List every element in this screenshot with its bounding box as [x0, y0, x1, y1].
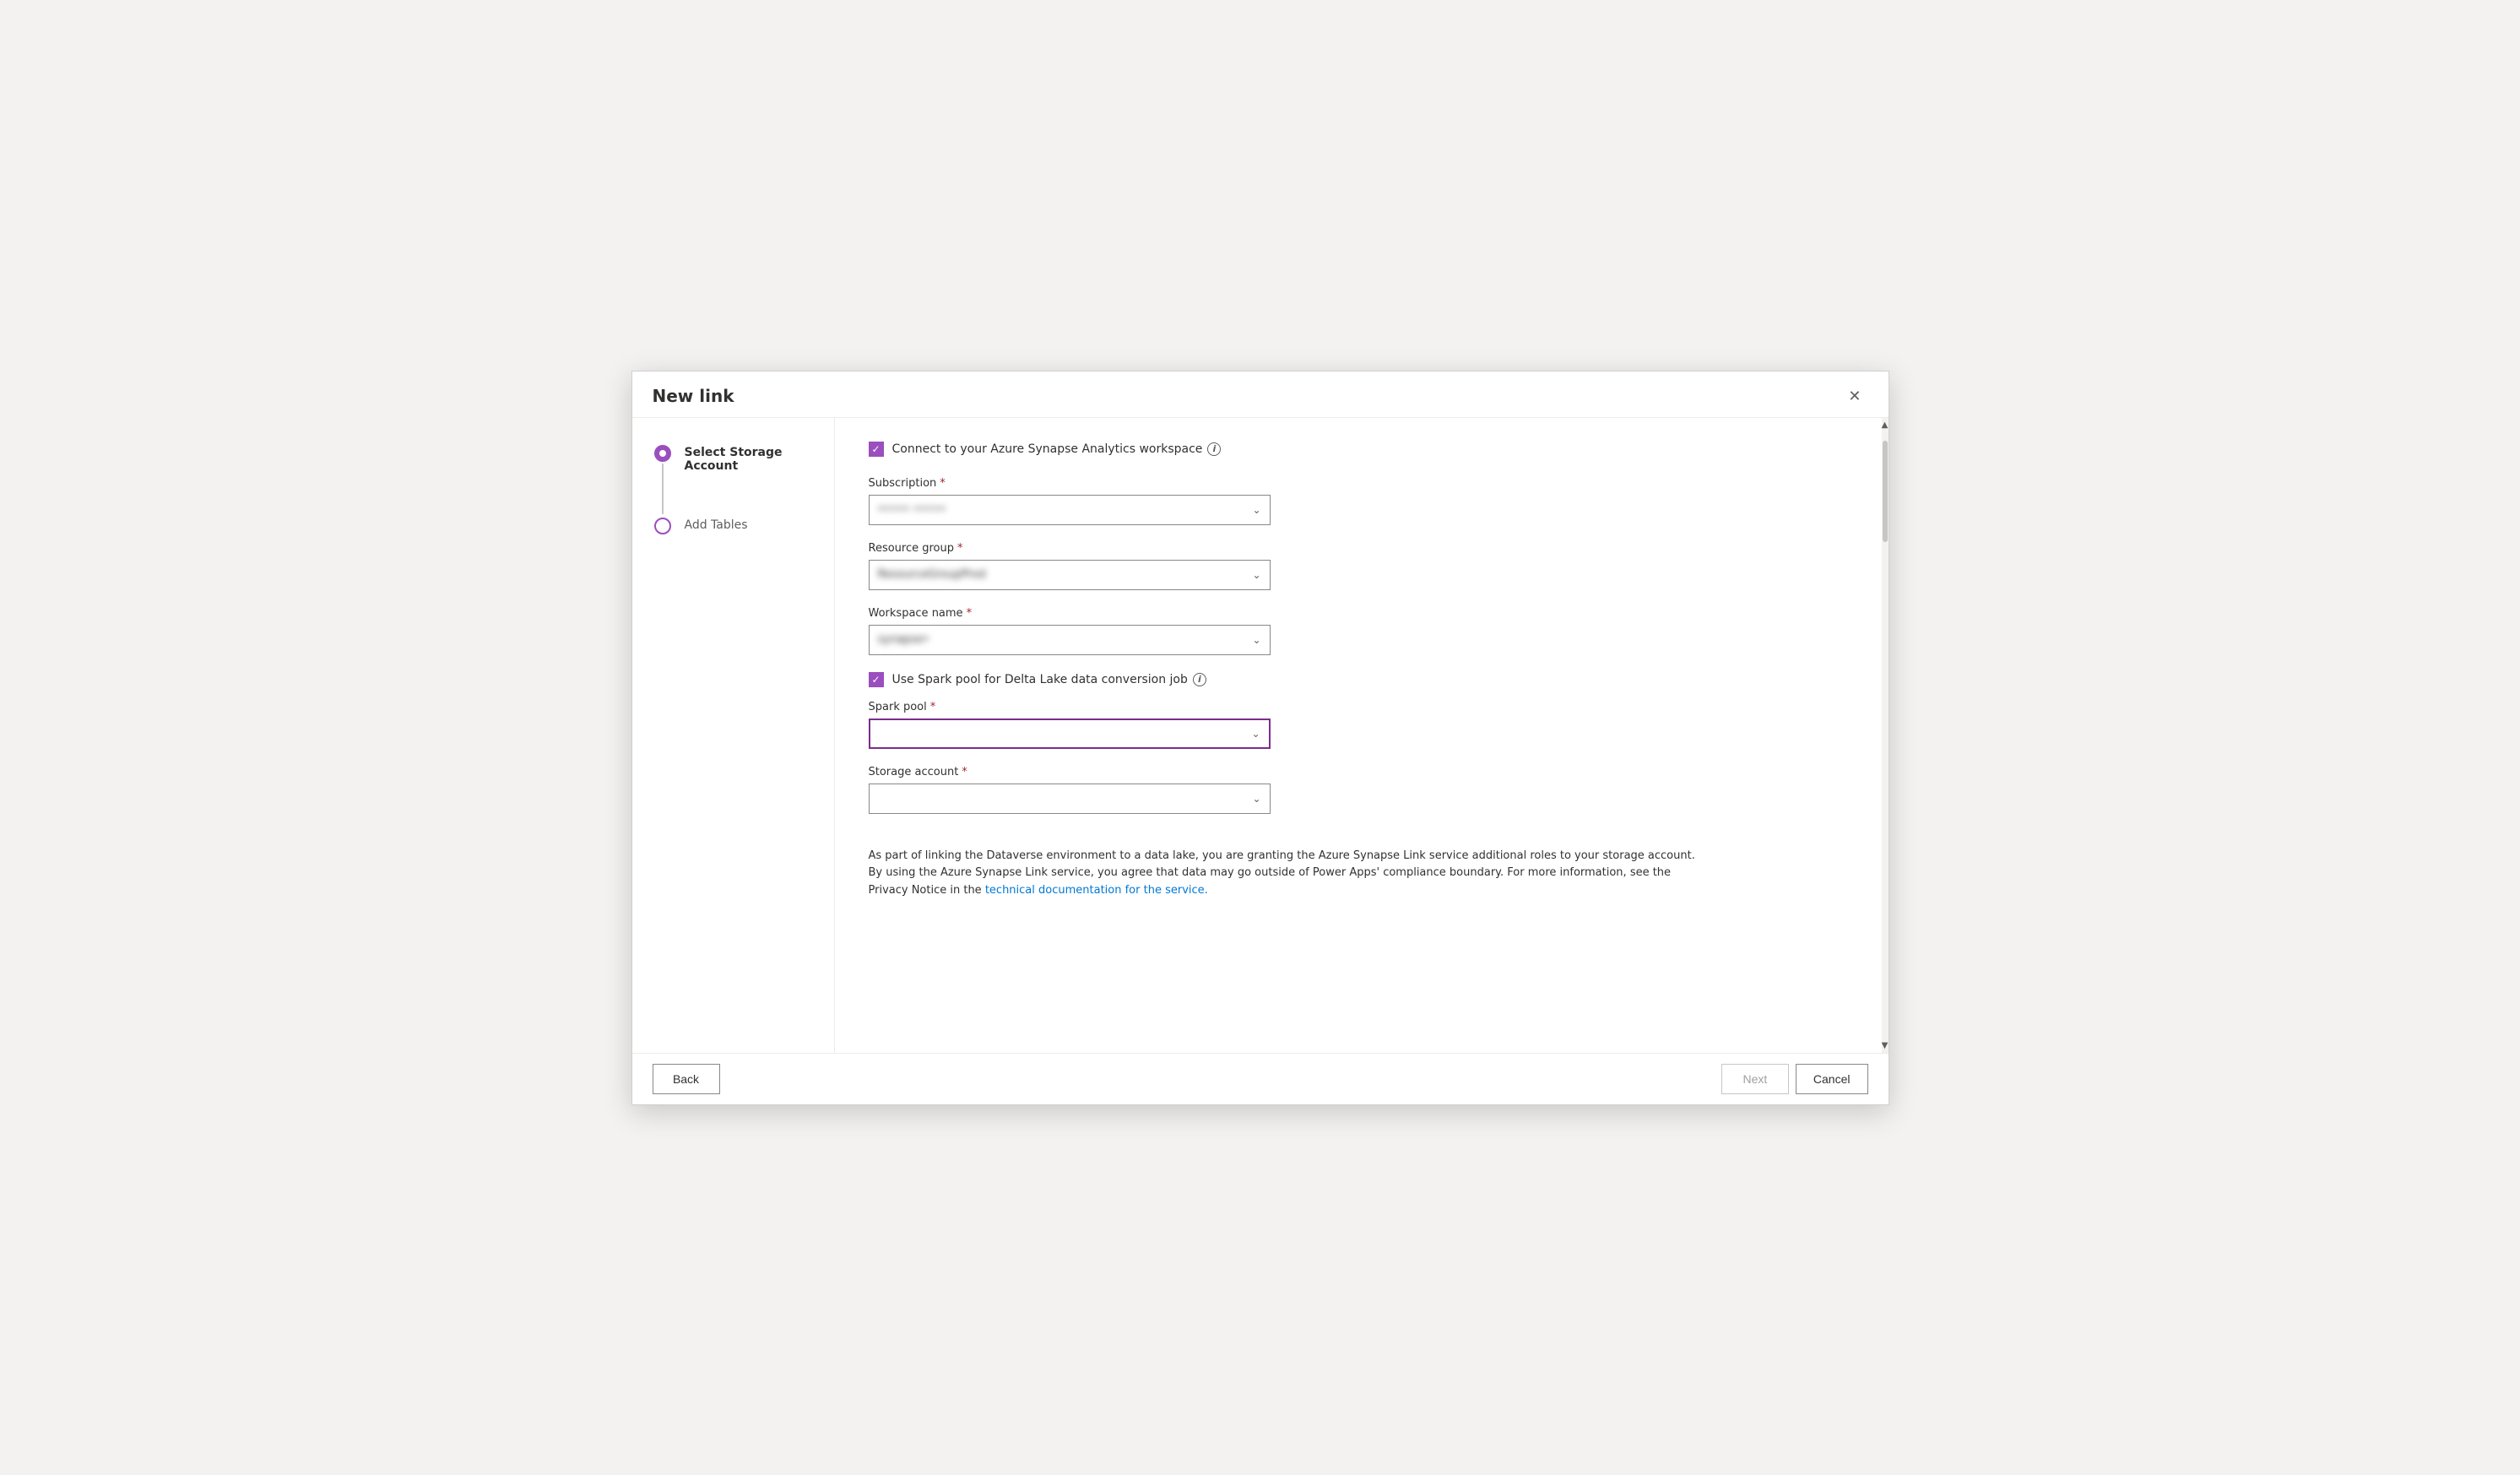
back-button[interactable]: Back: [653, 1064, 720, 1094]
connect-checkbox-row: ✓ Connect to your Azure Synapse Analytic…: [869, 442, 1848, 457]
subscription-label: Subscription *: [869, 477, 1848, 490]
connect-info-icon[interactable]: i: [1207, 442, 1221, 456]
spark-pool-chevron: ⌄: [1251, 728, 1260, 740]
next-button: Next: [1721, 1064, 1789, 1094]
workspace-name-dropdown[interactable]: synapse• ⌄: [869, 625, 1271, 655]
scroll-down-arrow[interactable]: ▼: [1882, 1038, 1889, 1053]
step-1-indicator-col: [653, 445, 673, 514]
dialog-header: New link ✕: [632, 371, 1889, 418]
connect-checkbox-label: Connect to your Azure Synapse Analytics …: [892, 442, 1222, 456]
storage-account-field: Storage account * ⌄: [869, 766, 1848, 814]
new-link-dialog: New link ✕ Select Storage Account: [631, 371, 1889, 1105]
cancel-button[interactable]: Cancel: [1796, 1064, 1868, 1094]
subscription-chevron: ⌄: [1252, 504, 1260, 516]
workspace-name-field: Workspace name * synapse• ⌄: [869, 607, 1848, 655]
main-content: ✓ Connect to your Azure Synapse Analytic…: [835, 418, 1882, 1053]
scrollbar-thumb[interactable]: [1883, 441, 1888, 542]
step-2-circle: [654, 518, 671, 534]
connect-checkbox[interactable]: ✓: [869, 442, 884, 457]
step-1: Select Storage Account: [653, 445, 814, 514]
resource-group-required: *: [957, 542, 963, 555]
workspace-name-label: Workspace name *: [869, 607, 1848, 620]
step-line: [662, 464, 664, 514]
step-2: Add Tables: [653, 518, 814, 534]
spark-pool-info-icon[interactable]: i: [1193, 673, 1206, 686]
dialog-footer: Back Next Cancel: [632, 1053, 1889, 1104]
subscription-dropdown[interactable]: ••••• ••••• ⌄: [869, 495, 1271, 525]
storage-account-label: Storage account *: [869, 766, 1848, 778]
spark-pool-dropdown[interactable]: ⌄: [869, 719, 1271, 749]
spark-pool-checkbox-label: Use Spark pool for Delta Lake data conve…: [892, 673, 1206, 686]
spark-pool-label: Spark pool *: [869, 701, 1848, 713]
resource-group-chevron: ⌄: [1252, 569, 1260, 581]
spark-pool-checkmark: ✓: [871, 675, 880, 685]
scrollbar-track: ▲ ▼: [1882, 418, 1889, 1053]
resource-group-dropdown[interactable]: ResourceGroupProd ⌄: [869, 560, 1271, 590]
spark-pool-field: Spark pool * ⌄: [869, 701, 1848, 749]
workspace-name-required: *: [967, 607, 973, 620]
subscription-required: *: [940, 477, 946, 490]
storage-account-chevron: ⌄: [1252, 793, 1260, 805]
step-1-circle: [654, 445, 671, 462]
info-link[interactable]: technical documentation for the service.: [985, 884, 1208, 897]
dialog-body: Select Storage Account Add Tables ✓ Conn…: [632, 418, 1889, 1053]
scroll-up-arrow[interactable]: ▲: [1882, 418, 1889, 432]
workspace-name-value: synapse•: [878, 633, 929, 646]
workspace-name-chevron: ⌄: [1252, 634, 1260, 646]
storage-account-required: *: [962, 766, 967, 778]
connect-checkmark: ✓: [871, 444, 880, 454]
step-2-label: Add Tables: [685, 518, 748, 532]
step-1-label: Select Storage Account: [685, 445, 814, 473]
dialog-title: New link: [653, 386, 734, 406]
resource-group-label: Resource group *: [869, 542, 1848, 555]
spark-pool-checkbox-row: ✓ Use Spark pool for Delta Lake data con…: [869, 672, 1848, 687]
spark-pool-required: *: [930, 701, 936, 713]
step-2-indicator-col: [653, 518, 673, 534]
subscription-value: ••••• •••••: [878, 503, 946, 516]
info-text: As part of linking the Dataverse environ…: [869, 848, 1696, 900]
storage-account-dropdown[interactable]: ⌄: [869, 784, 1271, 814]
resource-group-field: Resource group * ResourceGroupProd ⌄: [869, 542, 1848, 590]
step-1-circle-inner: [659, 450, 666, 457]
spark-pool-checkbox[interactable]: ✓: [869, 672, 884, 687]
close-button[interactable]: ✕: [1841, 385, 1867, 407]
subscription-field: Subscription * ••••• ••••• ⌄: [869, 477, 1848, 525]
resource-group-value: ResourceGroupProd: [878, 568, 986, 581]
sidebar: Select Storage Account Add Tables: [632, 418, 835, 1053]
